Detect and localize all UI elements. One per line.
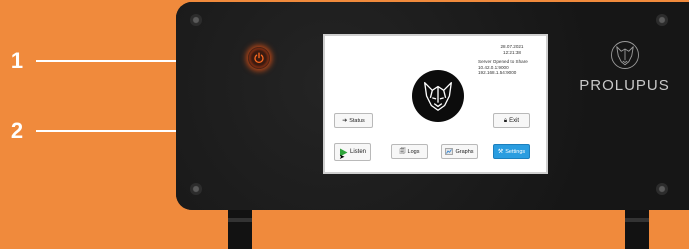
callout-number: 1 (10, 48, 24, 73)
logs-button[interactable]: 🗐︎ Logs (391, 144, 428, 159)
logs-icon: 🗐︎ (399, 148, 406, 155)
wolf-head-icon (424, 82, 452, 111)
logs-button-label: Logs (407, 148, 420, 155)
arrow-icon: ➔ (342, 117, 348, 124)
brand-name: PROLUPUS (579, 77, 670, 94)
brand-area: PROLUPUS (560, 40, 689, 94)
time-text: 12:21:38 (503, 49, 521, 55)
settings-button-label: Settings (505, 148, 526, 155)
wolf-head-logo (412, 70, 464, 122)
listen-button-label: Listen (349, 149, 366, 155)
settings-button[interactable]: ⚒︎ Settings (493, 144, 530, 159)
exit-button-label: Exit (509, 117, 520, 124)
settings-icon: ⚒︎ (497, 148, 504, 155)
status-button[interactable]: ➔ Status (334, 113, 373, 128)
screw-icon (190, 183, 202, 195)
callout-number: 2 (10, 118, 24, 143)
touch-screen: 28.07.2021 12:21:38 Server Opened to Sha… (323, 34, 548, 174)
screw-icon (190, 14, 202, 26)
mouse-cursor-icon: ➤ (339, 154, 345, 161)
graphs-button[interactable]: Graphs (441, 144, 478, 159)
screw-icon (656, 183, 668, 195)
wolf-logo-icon (610, 41, 639, 69)
power-icon (254, 52, 264, 64)
lock-icon: 🔒︎ (503, 117, 508, 124)
graphs-button-label: Graphs (455, 148, 474, 155)
device-foot (625, 210, 649, 249)
power-button[interactable] (248, 47, 270, 69)
graph-icon (445, 148, 454, 155)
device-foot (228, 210, 252, 249)
exit-button[interactable]: 🔒︎ Exit (493, 113, 530, 128)
screw-icon (656, 14, 668, 26)
ip-address-2: 192.168.1.54:9000 (478, 70, 517, 76)
status-panel: 28.07.2021 12:21:38 Server Opened to Sha… (478, 44, 546, 76)
status-button-label: Status (349, 117, 365, 124)
